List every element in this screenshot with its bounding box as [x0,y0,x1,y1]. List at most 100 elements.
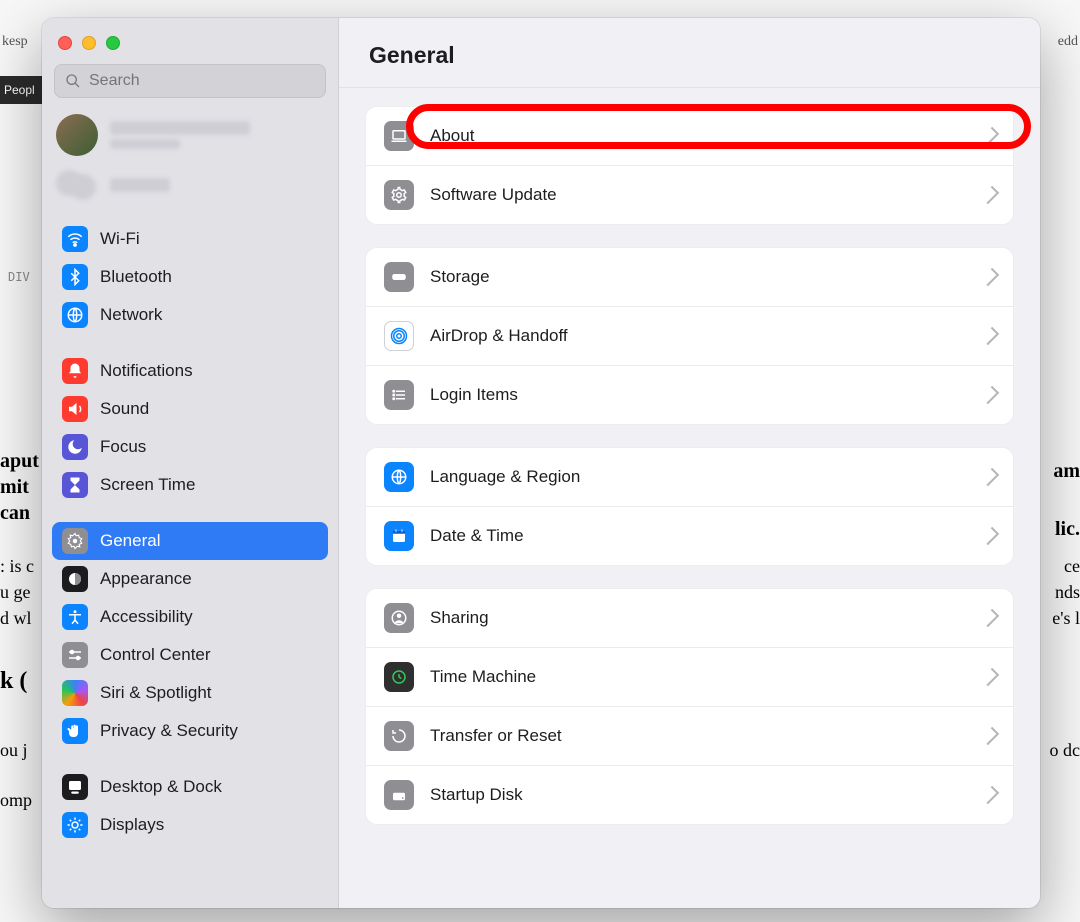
sidebar-item-label: Sound [100,399,149,419]
moon-icon [62,434,88,460]
minimize-window-button[interactable] [82,36,96,50]
bg-fragment: ce [1064,556,1080,577]
sidebar-item-label: General [100,531,160,551]
row-label: Sharing [430,608,969,628]
family-label-blurred [110,178,170,192]
bg-fragment: k ( [0,668,27,695]
reset-icon [384,721,414,751]
account-sub-blurred [110,139,180,149]
appearance-icon [62,566,88,592]
sidebar-item-bluetooth[interactable]: Bluetooth [52,258,328,296]
sidebar-item-screen-time[interactable]: Screen Time [52,466,328,504]
chevron-right-icon [981,468,999,486]
bg-fragment: kesp [2,34,28,50]
main-body: About Software Update Storage [339,88,1040,865]
bluetooth-icon [62,264,88,290]
speaker-icon [62,396,88,422]
row-login-items[interactable]: Login Items [366,365,1013,424]
bg-fragment: ou j [0,740,28,761]
row-time-machine[interactable]: Time Machine [366,647,1013,706]
bg-fragment: nds [1055,582,1080,603]
sidebar-item-label: Focus [100,437,146,457]
chevron-right-icon [981,668,999,686]
sidebar-item-label: Bluetooth [100,267,172,287]
row-storage[interactable]: Storage [366,248,1013,306]
row-label: Storage [430,267,969,287]
chevron-right-icon [981,186,999,204]
search-icon [65,73,81,89]
main-pane: General About Software Update [339,18,1040,908]
time-machine-icon [384,662,414,692]
sidebar-item-label: Siri & Spotlight [100,683,212,703]
bg-fragment: u ge [0,582,31,603]
family-avatars-blurred [56,170,98,200]
bg-fragment: DIV [8,270,30,284]
gear-icon [384,180,414,210]
row-airdrop-handoff[interactable]: AirDrop & Handoff [366,306,1013,365]
sidebar-item-desktop-dock[interactable]: Desktop & Dock [52,768,328,806]
sidebar-item-label: Notifications [100,361,193,381]
sidebar-item-control-center[interactable]: Control Center [52,636,328,674]
sidebar-item-network[interactable]: Network [52,296,328,334]
bg-fragment: edd [1058,34,1078,50]
bg-fragment: mit [0,476,29,499]
settings-group-4: Sharing Time Machine Transfer or Reset [365,588,1014,825]
sidebar-item-privacy-security[interactable]: Privacy & Security [52,712,328,750]
hand-icon [62,718,88,744]
sidebar-item-notifications[interactable]: Notifications [52,352,328,390]
sidebar-item-general[interactable]: General [52,522,328,560]
main-header: General [339,18,1040,88]
avatar [56,114,98,156]
row-sharing[interactable]: Sharing [366,589,1013,647]
row-label: AirDrop & Handoff [430,326,969,346]
chevron-right-icon [981,327,999,345]
sidebar-item-focus[interactable]: Focus [52,428,328,466]
wifi-icon [62,226,88,252]
chevron-right-icon [981,127,999,145]
fullscreen-window-button[interactable] [106,36,120,50]
bg-fragment: aput [0,450,39,473]
row-label: Software Update [430,185,969,205]
sidebar-item-appearance[interactable]: Appearance [52,560,328,598]
search-input[interactable] [89,72,315,90]
calendar-icon [384,521,414,551]
laptop-icon [384,121,414,151]
chevron-right-icon [981,386,999,404]
account-block[interactable] [42,108,338,216]
sidebar-item-label: Displays [100,815,164,835]
row-label: About [430,126,969,146]
dock-icon [62,774,88,800]
sidebar-item-wifi[interactable]: Wi-Fi [52,220,328,258]
sidebar-item-siri-spotlight[interactable]: Siri & Spotlight [52,674,328,712]
sidebar-group-connectivity: Wi-Fi Bluetooth Network [42,216,338,338]
chevron-right-icon [981,609,999,627]
sliders-icon [62,642,88,668]
page-title: General [369,42,1010,69]
chevron-right-icon [981,727,999,745]
row-date-time[interactable]: Date & Time [366,506,1013,565]
sidebar-item-label: Control Center [100,645,211,665]
sidebar-item-label: Appearance [100,569,192,589]
sidebar-item-accessibility[interactable]: Accessibility [52,598,328,636]
bg-fragment: am [1053,460,1080,483]
chevron-right-icon [981,786,999,804]
row-software-update[interactable]: Software Update [366,165,1013,224]
row-startup-disk[interactable]: Startup Disk [366,765,1013,824]
row-transfer-reset[interactable]: Transfer or Reset [366,706,1013,765]
account-name-blurred [110,121,250,135]
sidebar-item-sound[interactable]: Sound [52,390,328,428]
hourglass-icon [62,472,88,498]
startup-disk-icon [384,780,414,810]
search-field[interactable] [54,64,326,98]
sidebar-group-system: General Appearance Accessibility Control… [42,518,338,754]
sidebar-item-displays[interactable]: Displays [52,806,328,844]
close-window-button[interactable] [58,36,72,50]
bg-fragment: omp [0,790,32,811]
bg-fragment: : is c [0,556,34,577]
bg-fragment: can [0,502,30,525]
sidebar-group-notifications: Notifications Sound Focus Screen Time [42,348,338,508]
row-about[interactable]: About [366,107,1013,165]
row-language-region[interactable]: Language & Region [366,448,1013,506]
disk-icon [384,262,414,292]
sharing-icon [384,603,414,633]
